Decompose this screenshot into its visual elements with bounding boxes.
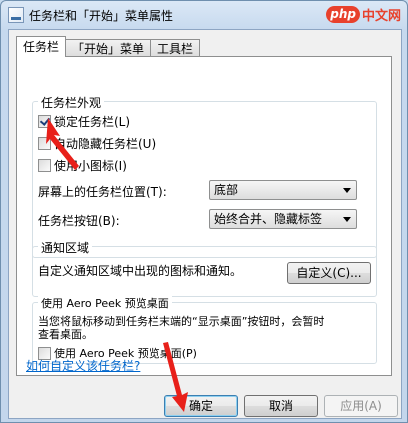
location-label: 屏幕上的任务栏位置(T): [38, 185, 167, 199]
notification-group: 通知区域 自定义通知区域中出现的图标和通知。 自定义(C)... [32, 239, 377, 297]
notification-group-title: 通知区域 [38, 239, 93, 256]
properties-window: 任务栏和「开始」菜单属性 php 中文网 任务栏 「开始」菜单 工具栏 任务栏外… [0, 0, 408, 423]
title-bar[interactable]: 任务栏和「开始」菜单属性 php 中文网 [1, 1, 407, 29]
tab-taskbar[interactable]: 任务栏 [16, 36, 67, 57]
cancel-button[interactable]: 取消 [244, 395, 318, 417]
brand-logo: php [326, 5, 360, 23]
taskbar-app-icon [8, 7, 24, 23]
notification-description: 自定义通知区域中出现的图标和通知。 [38, 264, 243, 278]
appearance-group-title: 任务栏外观 [38, 94, 105, 111]
help-link[interactable]: 如何自定义该任务栏? [26, 357, 140, 374]
appearance-group: 任务栏外观 锁定任务栏(L) 自动隐藏任务栏(U) 使用小图标(I) 屏幕上的任… [32, 94, 377, 258]
taskbar-buttons-value: 始终合并、隐藏标签 [214, 212, 323, 226]
taskbar-buttons-dropdown[interactable]: 始终合并、隐藏标签 [209, 209, 357, 229]
auto-hide-checkbox[interactable] [38, 137, 51, 150]
tab-toolbars[interactable]: 工具栏 [150, 39, 201, 57]
aero-peek-group-title: 使用 Aero Peek 预览桌面 [38, 295, 172, 311]
small-icons-label: 使用小图标(I) [54, 159, 127, 173]
window-title: 任务栏和「开始」菜单属性 [29, 9, 174, 23]
taskbar-tab-panel: 任务栏外观 锁定任务栏(L) 自动隐藏任务栏(U) 使用小图标(I) 屏幕上的任… [16, 56, 392, 376]
customize-notifications-button[interactable]: 自定义(C)... [287, 262, 371, 284]
brand-name: 中文网 [361, 8, 401, 24]
aero-peek-group: 使用 Aero Peek 预览桌面 当您将鼠标移动到任务栏末端的“显示桌面”按钮… [32, 295, 377, 364]
auto-hide-option[interactable]: 自动隐藏任务栏(U) [38, 135, 156, 152]
buttons-label: 任务栏按钮(B): [38, 214, 120, 228]
location-value: 底部 [214, 183, 239, 197]
aero-peek-description-line2: 查看桌面。 [38, 328, 93, 341]
lock-taskbar-option[interactable]: 锁定任务栏(L) [38, 113, 130, 130]
lock-taskbar-label: 锁定任务栏(L) [54, 115, 131, 129]
dialog-client-area: 任务栏 「开始」菜单 工具栏 任务栏外观 锁定任务栏(L) 自动隐藏任务栏(U)… [8, 29, 402, 419]
chevron-down-icon [343, 188, 351, 193]
ok-button[interactable]: 确定 [164, 395, 238, 417]
tab-strip: 任务栏 「开始」菜单 工具栏 [16, 36, 201, 57]
lock-taskbar-checkbox[interactable] [38, 115, 51, 128]
location-dropdown[interactable]: 底部 [209, 180, 357, 200]
small-icons-option[interactable]: 使用小图标(I) [38, 157, 127, 174]
chevron-down-icon [343, 217, 351, 222]
tab-start-menu[interactable]: 「开始」菜单 [65, 39, 152, 57]
auto-hide-label: 自动隐藏任务栏(U) [54, 137, 157, 151]
brand-watermark: php 中文网 [326, 4, 401, 24]
small-icons-checkbox[interactable] [38, 159, 51, 172]
apply-button[interactable]: 应用(A) [324, 395, 398, 417]
